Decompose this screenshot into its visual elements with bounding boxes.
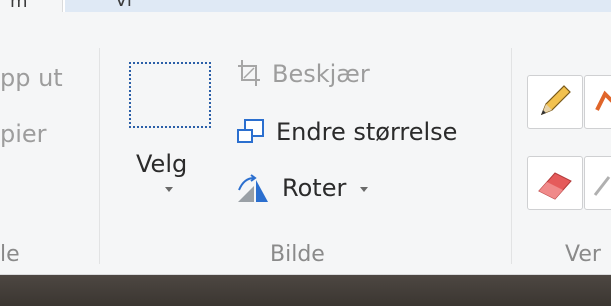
crop-icon <box>238 60 260 86</box>
rotate-label: Roter <box>282 174 347 202</box>
resize-button[interactable]: Endre størrelse <box>236 116 496 150</box>
fill-tool-button[interactable] <box>584 75 611 129</box>
select-button[interactable]: Velg <box>118 52 222 222</box>
tab-view-label: Vi <box>115 0 132 11</box>
ribbon-tab-strip: m Vi <box>0 0 611 16</box>
group-separator <box>511 48 512 264</box>
clipboard-group-label: le <box>0 242 20 267</box>
chevron-down-icon <box>165 187 173 192</box>
resize-label: Endre størrelse <box>276 118 458 146</box>
ribbon-panel: pp ut pier le Velg Beskjær Endre størrel… <box>0 12 611 275</box>
color-picker-button[interactable] <box>584 156 611 210</box>
pencil-icon <box>540 85 571 116</box>
select-button-label: Velg <box>136 150 188 178</box>
image-group-label: Bilde <box>270 242 325 267</box>
canvas-area <box>0 275 611 306</box>
resize-icon <box>237 119 264 143</box>
color-picker-icon <box>593 176 611 196</box>
cut-button[interactable]: pp ut <box>0 66 63 90</box>
selection-rectangle-icon <box>129 62 211 128</box>
eraser-icon <box>538 172 572 200</box>
crop-label: Beskjær <box>272 60 370 88</box>
fill-icon <box>595 90 611 111</box>
rotate-icon <box>238 174 268 202</box>
pencil-tool-button[interactable] <box>527 75 583 129</box>
copy-button[interactable]: pier <box>0 122 47 146</box>
chevron-down-icon <box>360 187 368 192</box>
rotate-button[interactable]: Roter <box>236 172 386 206</box>
group-separator <box>99 48 100 264</box>
tools-group-label: Ver <box>565 242 601 267</box>
crop-button[interactable]: Beskjær <box>236 58 406 92</box>
tab-home-label: m <box>10 0 28 12</box>
eraser-tool-button[interactable] <box>527 156 583 210</box>
